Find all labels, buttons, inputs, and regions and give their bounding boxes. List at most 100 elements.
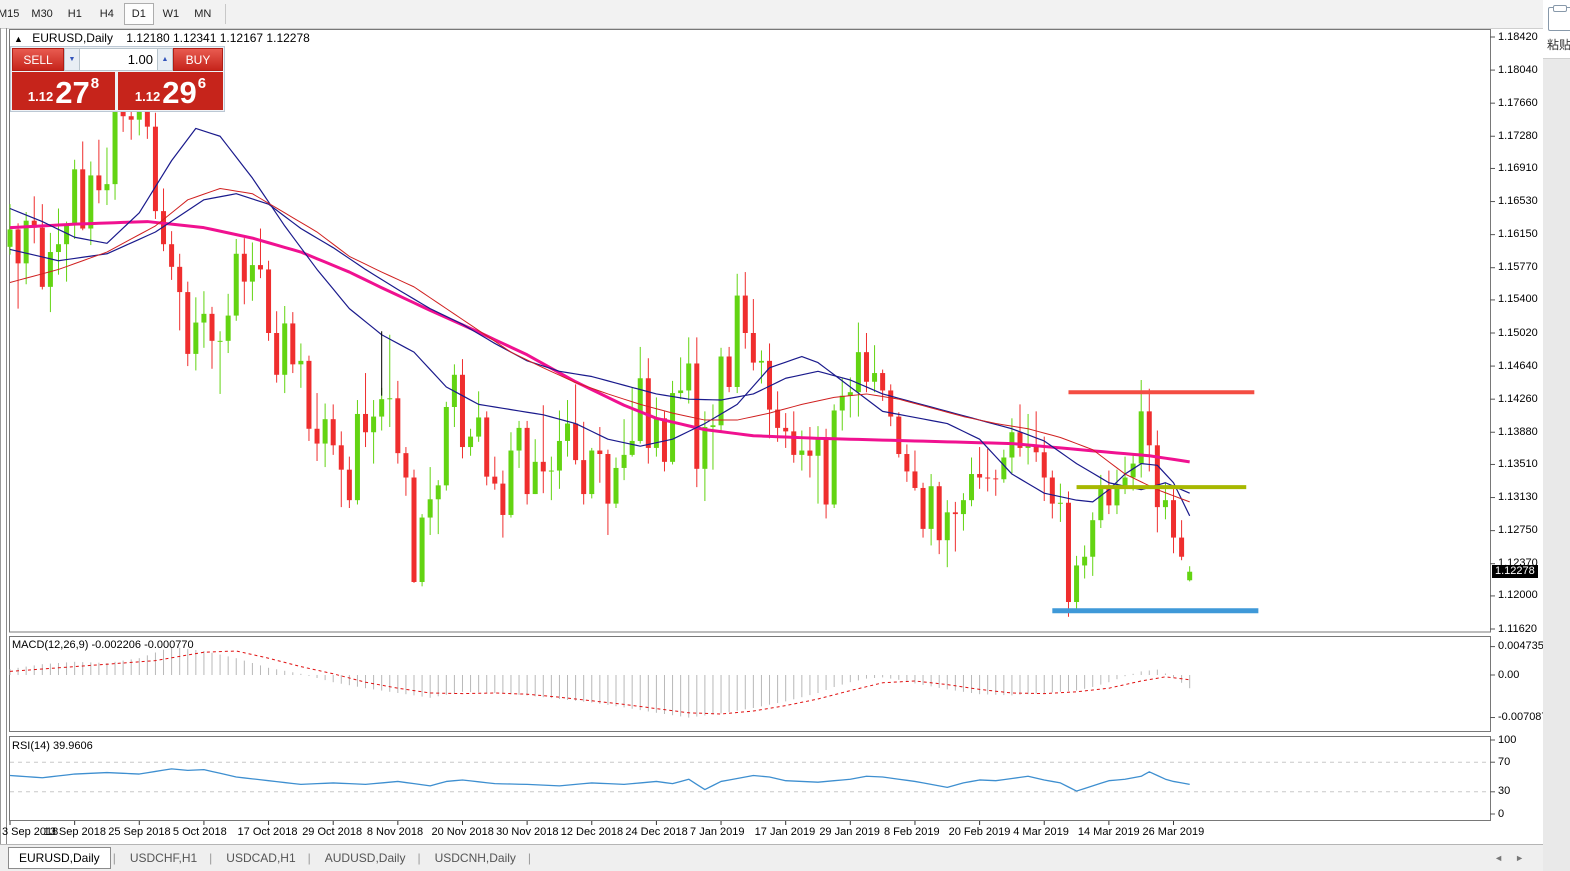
time-axis-label: 4 Mar 2019 (1013, 826, 1069, 838)
price-axis-label: 1.12000 (1498, 589, 1538, 601)
candle-body (525, 428, 530, 494)
candle-body (557, 441, 562, 471)
buy-price-big: 29 (162, 78, 196, 108)
candle-body (48, 252, 53, 287)
candle-body (597, 451, 602, 454)
chart-canvas[interactable] (0, 0, 1570, 871)
candle-body (961, 500, 966, 514)
candle-body (323, 419, 328, 443)
candle-body (129, 116, 134, 119)
tab-separator: | (417, 851, 420, 865)
candle-body (541, 462, 546, 472)
tab-scroll-left-icon[interactable]: ◄ (1488, 853, 1509, 863)
sell-price-big: 27 (55, 78, 89, 108)
candle-body (193, 323, 198, 354)
candle-body (185, 292, 190, 354)
candle-body (306, 361, 311, 429)
candle-body (444, 407, 449, 485)
symbol-title: EURUSD,Daily (32, 31, 113, 45)
paste-button-label[interactable]: 粘贴 (1547, 36, 1570, 53)
chart-tab-usdcnh[interactable]: USDCNH,Daily (425, 848, 526, 868)
collapse-panel-icon[interactable]: ▲ (14, 34, 23, 44)
buy-price-box[interactable]: 1.12 29 6 (118, 72, 223, 110)
candle-body (622, 455, 627, 468)
rsi-label: RSI(14) 39.9606 (12, 740, 93, 752)
candle-body (72, 169, 77, 224)
candle-body (759, 361, 764, 363)
candle-body (1058, 503, 1063, 504)
candle-body (840, 396, 845, 411)
candle-body (331, 419, 336, 445)
candle-body (8, 229, 13, 246)
candle-body (420, 518, 425, 582)
rsi-pane[interactable] (10, 737, 1491, 821)
paste-clipboard-icon[interactable] (1548, 7, 1570, 31)
candle-body (549, 471, 554, 472)
candle-body (266, 269, 271, 333)
candle-body (436, 485, 441, 499)
one-click-trading-panel: SELL ▼ ▲ BUY 1.12 27 8 1.12 29 6 (10, 46, 225, 112)
candle-body (16, 229, 21, 263)
candle-body (791, 431, 796, 455)
candle-body (476, 417, 481, 436)
candle-body (274, 333, 279, 375)
candle-body (363, 414, 368, 432)
candle-body (403, 453, 408, 477)
candle-body (945, 512, 950, 540)
tab-separator: | (308, 851, 311, 865)
chart-tab-eurusd[interactable]: EURUSD,Daily (8, 847, 111, 869)
main-chart-pane[interactable] (10, 30, 1491, 633)
candle-body (686, 363, 691, 390)
rsi-axis-label: 70 (1498, 756, 1510, 768)
buy-button[interactable]: BUY (173, 48, 223, 71)
time-axis-label: 29 Jan 2019 (819, 826, 880, 838)
price-axis-label: 1.11620 (1498, 623, 1537, 635)
time-axis-label: 30 Nov 2018 (496, 826, 558, 838)
tab-scroll-right-icon[interactable]: ► (1509, 853, 1530, 863)
time-axis-label: 17 Oct 2018 (238, 826, 298, 838)
price-axis-label: 1.15020 (1498, 327, 1538, 339)
candle-body (1163, 500, 1168, 507)
sell-button[interactable]: SELL (12, 48, 64, 71)
candle-body (929, 486, 934, 529)
candle-body (565, 424, 570, 441)
sell-price-box[interactable]: 1.12 27 8 (12, 72, 115, 110)
price-axis-label: 1.13880 (1498, 426, 1538, 438)
candle-body (880, 373, 885, 390)
chart-tab-audusd[interactable]: AUDUSD,Daily (315, 848, 416, 868)
time-axis-label: 8 Nov 2018 (367, 826, 423, 838)
time-axis-label: 17 Jan 2019 (755, 826, 816, 838)
candle-body (201, 314, 206, 323)
macd-axis-label: 0.00 (1498, 669, 1519, 681)
time-axis-label: 24 Dec 2018 (625, 826, 687, 838)
candle-body (282, 323, 287, 374)
price-axis-label: 1.16530 (1498, 195, 1538, 207)
background-window: 粘贴 (1543, 0, 1570, 871)
price-axis-label: 1.16150 (1498, 228, 1538, 240)
current-price-tag: 1.12278 (1492, 565, 1538, 578)
macd-axis-label: 0.004735 (1498, 640, 1544, 652)
time-axis-label: 7 Jan 2019 (690, 826, 744, 838)
candle-body (824, 437, 829, 504)
candle-body (614, 468, 619, 504)
chart-tab-usdcad[interactable]: USDCAD,H1 (216, 848, 305, 868)
candle-body (371, 417, 376, 433)
candle-body (937, 486, 942, 540)
volume-increase-button[interactable]: ▲ (157, 48, 173, 71)
price-axis-label: 1.14640 (1498, 360, 1538, 372)
volume-input[interactable] (80, 48, 157, 71)
price-axis-label: 1.16910 (1498, 162, 1538, 174)
candle-body (315, 429, 320, 444)
candle-body (339, 445, 344, 469)
candle-body (218, 341, 223, 342)
volume-decrease-button[interactable]: ▼ (64, 48, 80, 71)
candle-body (104, 184, 109, 190)
candle-body (1155, 445, 1160, 507)
candle-body (912, 471, 917, 488)
candle-body (727, 357, 732, 387)
ohlc-values: 1.12180 1.12341 1.12167 1.12278 (126, 31, 310, 45)
candle-body (80, 169, 85, 228)
chart-tab-usdchf[interactable]: USDCHF,H1 (120, 848, 207, 868)
time-axis-label: 13 Sep 2018 (44, 826, 106, 838)
candle-body (775, 410, 780, 428)
